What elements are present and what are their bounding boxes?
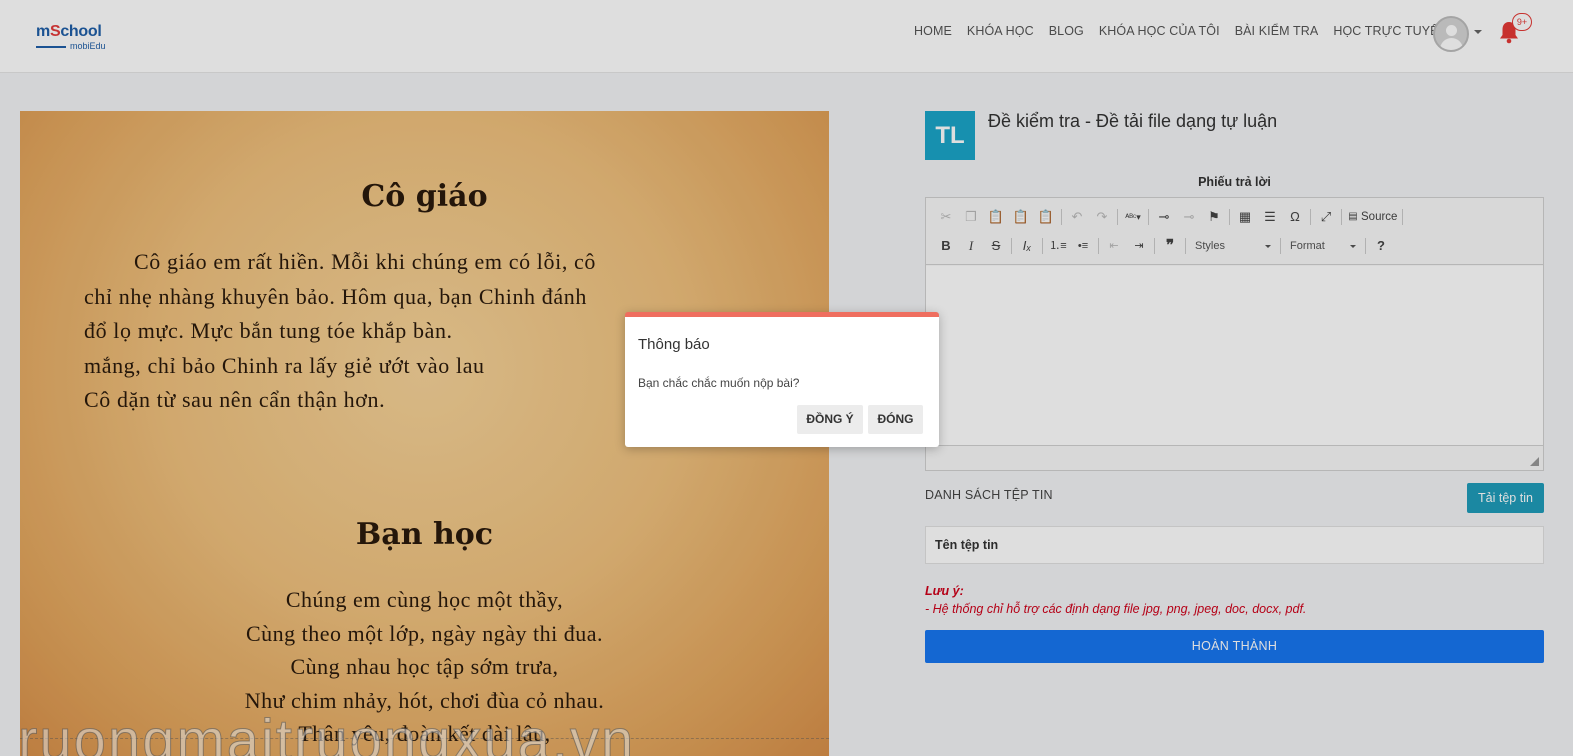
confirm-submit-dialog: Thông báo Bạn chắc chắc muốn nộp bài? ĐỒ… (625, 312, 939, 447)
confirm-button[interactable]: ĐỒNG Ý (797, 405, 863, 434)
dialog-title: Thông báo (638, 336, 710, 353)
close-button[interactable]: ĐÓNG (868, 405, 923, 434)
dialog-message: Bạn chắc chắc muốn nộp bài? (638, 376, 800, 390)
